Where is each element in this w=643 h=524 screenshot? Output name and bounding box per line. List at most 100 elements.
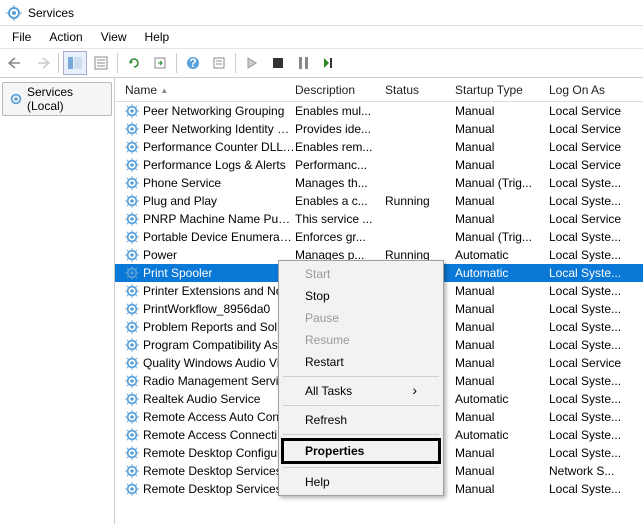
service-logon: Network S... [549,464,643,478]
table-row[interactable]: Peer Networking GroupingEnables mul...Ma… [115,102,643,120]
service-startup: Manual [455,356,549,370]
toolbar-separator [117,53,118,73]
service-logon: Local Service [549,122,643,136]
service-name: Peer Networking Grouping [143,104,284,118]
gear-icon [9,92,23,106]
table-row[interactable]: Performance Counter DLL ...Enables rem..… [115,138,643,156]
service-logon: Local Service [549,356,643,370]
service-startup: Manual [455,482,549,496]
service-name: Print Spooler [143,266,212,280]
service-startup: Manual [455,320,549,334]
table-row[interactable]: PNRP Machine Name Publi...This service .… [115,210,643,228]
table-row[interactable]: Portable Device Enumerator...Enforces gr… [115,228,643,246]
service-startup: Manual (Trig... [455,230,549,244]
gear-icon [125,212,143,226]
service-startup: Manual [455,122,549,136]
help-button[interactable]: ? [181,51,205,75]
menu-bar: File Action View Help [0,26,643,48]
content-area: Services (Local) Name ▲ Description Stat… [0,78,643,524]
service-startup: Automatic [455,266,549,280]
context-separator [283,467,439,468]
service-logon: Local Service [549,104,643,118]
gear-icon [125,356,143,370]
service-startup: Manual [455,464,549,478]
stop-service-button[interactable] [266,51,290,75]
menu-help[interactable]: Help [137,28,178,46]
export-button[interactable] [148,51,172,75]
nav-forward-button[interactable] [30,51,54,75]
service-logon: Local Service [549,140,643,154]
toolbar-separator [58,53,59,73]
service-startup: Manual [455,338,549,352]
restart-service-button[interactable] [318,51,342,75]
service-startup: Manual [455,284,549,298]
service-name: Remote Access Connection... [143,428,295,442]
gear-icon [125,410,143,424]
column-headers: Name ▲ Description Status Startup Type L… [115,78,643,102]
gear-icon [125,338,143,352]
show-hide-tree-button[interactable] [63,51,87,75]
service-startup: Manual [455,194,549,208]
column-header-status[interactable]: Status [385,79,455,101]
table-row[interactable]: Performance Logs & AlertsPerformanc...Ma… [115,156,643,174]
context-menu: Start Stop Pause Resume Restart All Task… [278,260,444,496]
context-restart[interactable]: Restart [281,351,441,373]
service-description: Manages th... [295,176,385,190]
properties-button[interactable] [89,51,113,75]
nav-back-button[interactable] [4,51,28,75]
gear-icon [125,428,143,442]
gear-icon [125,392,143,406]
gear-icon [125,482,143,496]
menu-view[interactable]: View [93,28,135,46]
column-header-logon[interactable]: Log On As [549,79,643,101]
context-stop[interactable]: Stop [281,285,441,307]
service-name: Quality Windows Audio Vid... [143,356,295,370]
service-startup: Manual [455,140,549,154]
gear-icon [125,176,143,190]
gear-icon [125,266,143,280]
service-logon: Local Syste... [549,392,643,406]
service-description: This service ... [295,212,385,226]
table-row[interactable]: Peer Networking Identity M...Provides id… [115,120,643,138]
service-name: Printer Extensions and Notif... [143,284,295,298]
context-all-tasks[interactable]: All Tasks [281,380,441,402]
table-row[interactable]: Plug and PlayEnables a c...RunningManual… [115,192,643,210]
left-pane: Services (Local) [0,78,115,524]
column-header-name[interactable]: Name ▲ [121,79,295,101]
service-name: PNRP Machine Name Publi... [143,212,295,226]
service-logon: Local Syste... [549,446,643,460]
app-icon [6,5,22,21]
service-logon: Local Syste... [549,374,643,388]
context-separator [283,434,439,435]
service-logon: Local Syste... [549,284,643,298]
menu-file[interactable]: File [4,28,39,46]
service-description: Enables mul... [295,104,385,118]
column-header-description[interactable]: Description [295,79,385,101]
service-logon: Local Syste... [549,410,643,424]
context-properties[interactable]: Properties [281,438,441,464]
table-row[interactable]: Phone ServiceManages th...Manual (Trig..… [115,174,643,192]
main-pane: Name ▲ Description Status Startup Type L… [115,78,643,524]
service-description: Enables a c... [295,194,385,208]
gear-icon [125,464,143,478]
tree-root-services-local[interactable]: Services (Local) [2,82,112,116]
action-list-button[interactable] [207,51,231,75]
refresh-button[interactable] [122,51,146,75]
sort-asc-icon: ▲ [160,86,168,95]
start-service-button[interactable] [240,51,264,75]
service-startup: Manual [455,212,549,226]
service-name: Performance Logs & Alerts [143,158,286,172]
context-help[interactable]: Help [281,471,441,493]
context-refresh[interactable]: Refresh [281,409,441,431]
service-name: PrintWorkflow_8956da0 [143,302,270,316]
toolbar-separator [235,53,236,73]
context-separator [283,405,439,406]
pause-service-button[interactable] [292,51,316,75]
gear-icon [125,194,143,208]
column-header-startup[interactable]: Startup Type [455,79,549,101]
service-name: Performance Counter DLL ... [143,140,295,154]
service-name: Program Compatibility Assi... [143,338,295,352]
service-startup: Manual [455,302,549,316]
menu-action[interactable]: Action [41,28,90,46]
service-name: Realtek Audio Service [143,392,260,406]
